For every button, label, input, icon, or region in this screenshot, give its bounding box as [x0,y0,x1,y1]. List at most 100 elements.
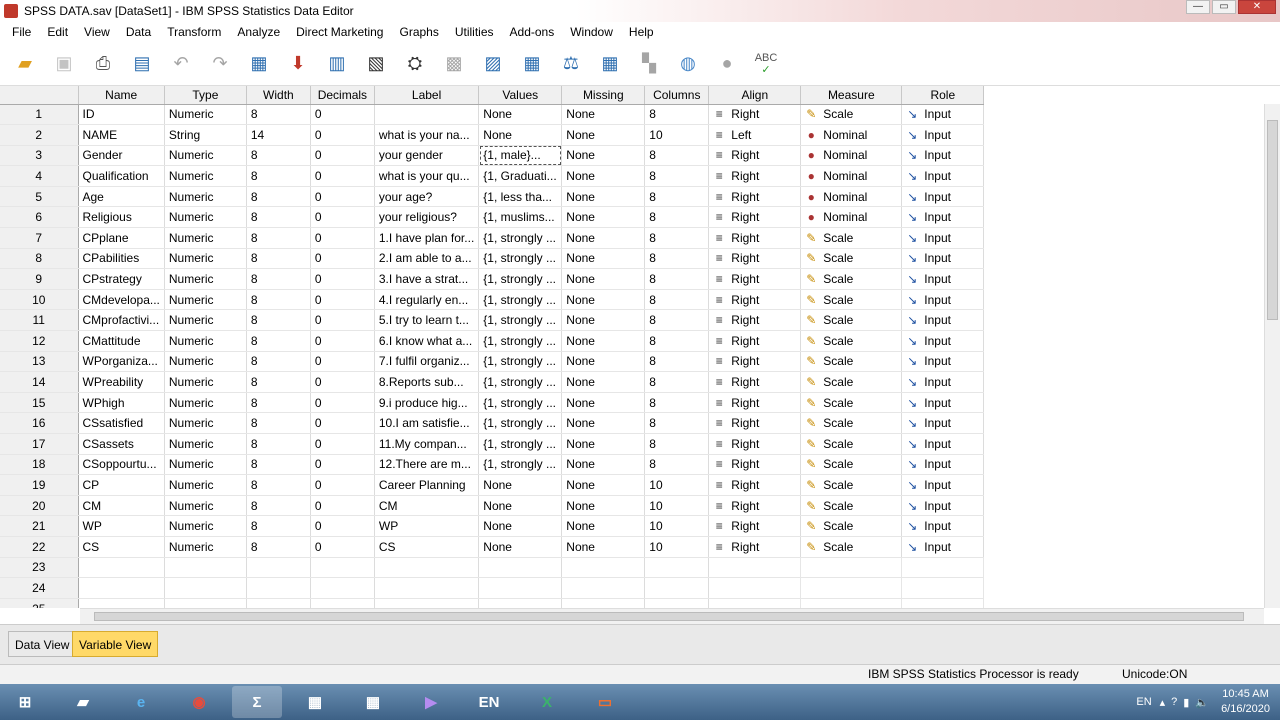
row-number[interactable]: 17 [0,433,79,455]
cell-values[interactable]: None [478,124,563,146]
col-header-label[interactable]: Label [374,86,480,105]
empty-cell[interactable] [78,598,165,608]
insert-cases-icon[interactable]: ▩ [439,49,469,79]
cell-values[interactable]: {1, strongly ... [478,454,563,476]
cell-values[interactable]: {1, strongly ... [478,248,563,270]
cell-label[interactable]: what is your na... [374,124,480,146]
cell-label[interactable]: 3.I have a strat... [374,268,480,290]
cell-columns[interactable]: 8 [644,186,710,208]
empty-cell[interactable] [901,598,985,608]
vertical-scrollbar[interactable] [1264,104,1280,608]
cell-role[interactable]: ↘ Input [901,515,985,537]
cell-decimals[interactable]: 0 [310,248,375,270]
col-header-name[interactable]: Name [78,86,165,105]
empty-cell[interactable] [561,598,646,608]
cell-label[interactable]: 9.i produce hig... [374,392,480,414]
cell-role[interactable]: ↘ Input [901,165,985,187]
cell-type[interactable]: String [164,124,247,146]
cell-label[interactable]: 1.I have plan for... [374,227,480,249]
cell-values[interactable]: None [478,515,563,537]
cell-label[interactable]: WP [374,515,480,537]
cell-columns[interactable]: 8 [644,433,710,455]
cell-missing[interactable]: None [561,104,646,126]
menu-window[interactable]: Window [562,25,621,39]
col-header-width[interactable]: Width [246,86,311,105]
weight-cases-icon[interactable]: ⚖ [556,49,586,79]
cell-width[interactable]: 8 [246,454,311,476]
cell-role[interactable]: ↘ Input [901,412,985,434]
cell-role[interactable]: ↘ Input [901,371,985,393]
cell-measure[interactable]: ✎ Scale [800,268,903,290]
cell-role[interactable]: ↘ Input [901,186,985,208]
cell-label[interactable] [374,104,480,126]
cell-label[interactable]: what is your qu... [374,165,480,187]
cell-measure[interactable]: ✎ Scale [800,495,903,517]
cell-missing[interactable]: None [561,433,646,455]
cell-columns[interactable]: 8 [644,392,710,414]
cell-align[interactable]: ≡ Right [708,309,802,332]
cell-decimals[interactable]: 0 [310,104,375,126]
cell-align[interactable]: ≡ Right [708,495,802,517]
cell-width[interactable]: 8 [246,145,311,167]
cell-decimals[interactable]: 0 [310,206,375,229]
cell-role[interactable]: ↘ Input [901,289,985,311]
col-header-align[interactable]: Align [708,86,802,105]
excel-icon[interactable]: X [522,686,572,718]
cell-name[interactable]: CMdevelopa... [78,289,165,311]
variables-icon[interactable]: ▥ [322,49,352,79]
cell-decimals[interactable]: 0 [310,186,375,208]
cell-role[interactable]: ↘ Input [901,536,985,558]
print-icon[interactable]: ⎙ [88,49,118,79]
goto-variable-icon[interactable]: ⬇ [283,49,313,79]
cell-role[interactable]: ↘ Input [901,495,985,517]
cell-measure[interactable]: ✎ Scale [800,309,903,332]
cell-missing[interactable]: None [561,309,646,332]
cell-missing[interactable]: None [561,515,646,537]
empty-cell[interactable] [561,577,646,599]
row-number[interactable]: 11 [0,309,79,332]
cell-type[interactable]: Numeric [164,474,247,496]
cell-type[interactable]: Numeric [164,165,247,187]
cell-width[interactable]: 8 [246,206,311,229]
cell-measure[interactable]: ● Nominal [800,124,903,146]
empty-cell[interactable] [708,577,802,599]
menu-analyze[interactable]: Analyze [229,25,288,39]
internet-explorer-icon[interactable]: e [116,686,166,718]
cell-measure[interactable]: ✎ Scale [800,474,903,496]
cell-missing[interactable]: None [561,289,646,311]
empty-cell[interactable] [374,598,480,608]
empty-cell[interactable] [164,598,247,608]
cell-missing[interactable]: None [561,206,646,229]
maximize-button[interactable]: ▭ [1212,0,1236,14]
empty-cell[interactable] [478,598,563,608]
cell-width[interactable]: 8 [246,474,311,496]
cell-decimals[interactable]: 0 [310,289,375,311]
empty-cell[interactable] [310,557,375,579]
cell-width[interactable]: 8 [246,227,311,249]
row-number[interactable]: 8 [0,248,79,270]
menu-graphs[interactable]: Graphs [391,25,446,39]
cell-name[interactable]: WP [78,515,165,537]
use-sets-icon[interactable]: ◍ [673,49,703,79]
speaker-icon[interactable]: 🔈 [1195,696,1209,709]
col-header-columns[interactable]: Columns [644,86,710,105]
tray-arrow-icon[interactable]: ▴ [1160,696,1166,709]
menu-edit[interactable]: Edit [39,25,76,39]
row-number[interactable]: 22 [0,536,79,558]
row-number[interactable]: 20 [0,495,79,517]
cell-columns[interactable]: 8 [644,289,710,311]
open-folder-icon[interactable]: ▰ [10,49,40,79]
empty-cell[interactable] [478,557,563,579]
cell-missing[interactable]: None [561,330,646,352]
row-number[interactable]: 16 [0,412,79,434]
cell-columns[interactable]: 8 [644,268,710,290]
cell-role[interactable]: ↘ Input [901,104,985,126]
empty-cell[interactable] [374,557,480,579]
cell-missing[interactable]: None [561,186,646,208]
cell-align[interactable]: ≡ Right [708,268,802,290]
cell-missing[interactable]: None [561,145,646,167]
menu-utilities[interactable]: Utilities [447,25,502,39]
cell-decimals[interactable]: 0 [310,412,375,434]
cell-columns[interactable]: 8 [644,330,710,352]
cell-role[interactable]: ↘ Input [901,392,985,414]
